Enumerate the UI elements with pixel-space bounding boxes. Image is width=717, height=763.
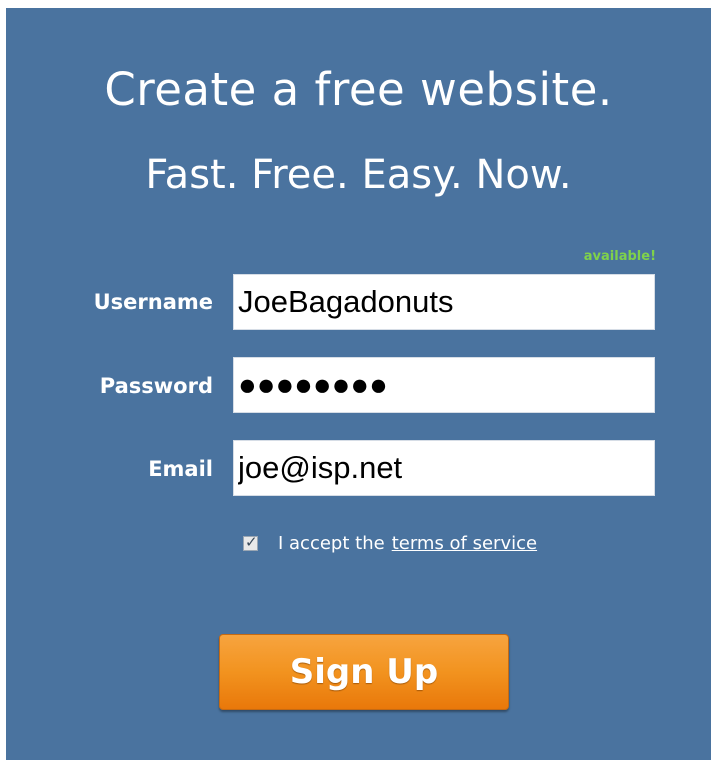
username-label: Username bbox=[93, 290, 213, 314]
sign-up-button[interactable]: Sign Up bbox=[219, 634, 509, 710]
email-label: Email bbox=[148, 457, 213, 481]
checkmark-icon: ✓ bbox=[245, 532, 258, 551]
terms-row: ✓ I accept the terms of service bbox=[243, 530, 537, 556]
username-input[interactable] bbox=[233, 274, 655, 330]
username-availability-status: available! bbox=[583, 249, 656, 264]
terms-of-service-link[interactable]: terms of service bbox=[392, 533, 537, 554]
page-title: Create a free website. bbox=[104, 63, 613, 116]
terms-text: I accept the bbox=[278, 532, 385, 554]
password-input[interactable] bbox=[233, 357, 655, 413]
password-label: Password bbox=[99, 374, 213, 398]
page-subtitle: Fast. Free. Easy. Now. bbox=[145, 152, 572, 198]
terms-checkbox[interactable]: ✓ bbox=[243, 532, 258, 551]
email-input[interactable] bbox=[233, 440, 655, 496]
